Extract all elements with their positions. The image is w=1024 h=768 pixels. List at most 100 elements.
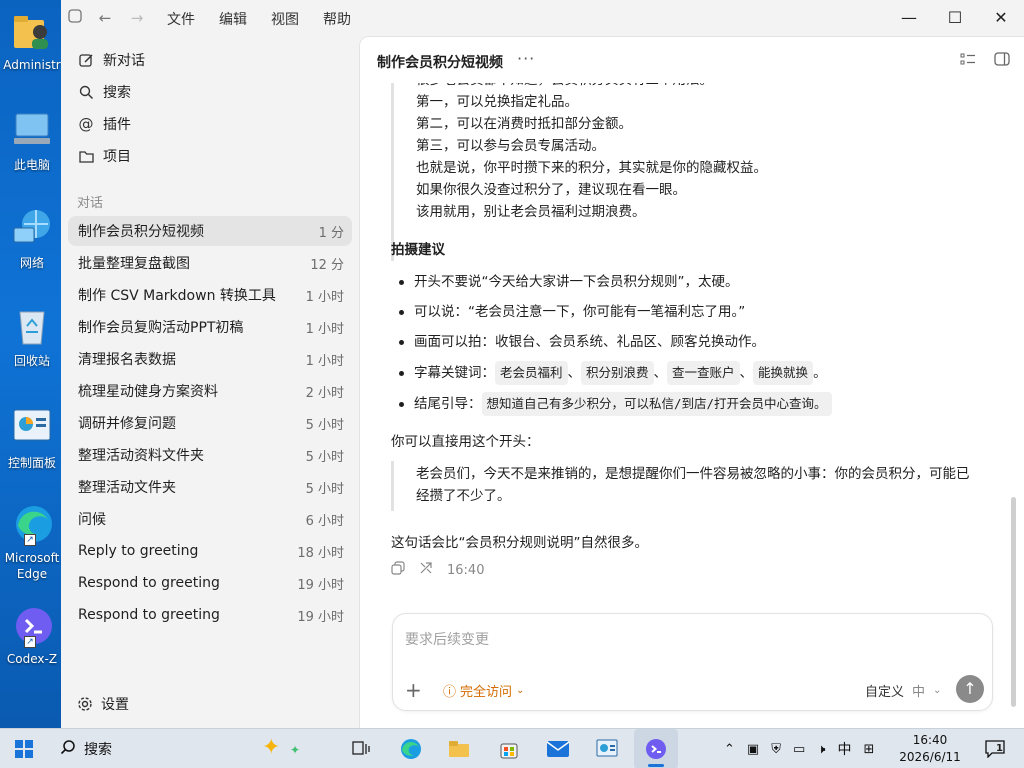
app-window: ← → 文件 编辑 视图 帮助 — ☐ ✕ 新对话 搜索 @ 插件 项目 对话 … [61,0,1024,728]
conversation-title: 清理报名表数据 [78,352,176,368]
menu-edit[interactable]: 编辑 [219,9,247,29]
conversation-item[interactable]: 制作会员积分短视频 1 分 [68,216,352,246]
network-tray-icon[interactable]: ▭ [793,742,805,757]
nav-plugins[interactable]: @ 插件 [69,109,351,139]
store-icon[interactable] [494,729,524,768]
sparkle-icon: ✦ [262,735,281,760]
file-explorer-icon[interactable] [444,729,474,768]
ime-indicator[interactable]: 中 [837,739,851,759]
desktop-icon-edge[interactable]: ↗ Microsoft Edge [0,502,64,582]
composer: 要求后续变更 + ⓘ 完全访问 ⌄ 自定义 中 ⌄ ↑ [392,613,993,711]
outline-list-icon[interactable] [960,51,978,69]
tip-text: 可以说：“老会员注意一下，你可能有一笔福利忘了用。” [414,304,746,320]
settings-button[interactable]: 设置 [69,689,129,719]
access-mode-dropdown[interactable]: ⓘ 完全访问 ⌄ [443,681,524,700]
tip-item: 画面可以拍：收银台、会员系统、礼品区、顾客兑换动作。 [391,331,765,353]
conversation-item[interactable]: 问候 6 小时 [68,504,352,534]
title-bar: ← → 文件 编辑 视图 帮助 — ☐ ✕ [61,0,1024,36]
desktop-icon-computer[interactable]: 此电脑 [0,108,64,173]
copy-icon[interactable] [391,561,405,579]
start-button[interactable] [8,729,40,768]
quote-line: 如果你很久没查过积分了，建议现在看一眼。 [416,182,686,198]
fork-icon[interactable] [419,561,433,579]
codex-icon: ↗ [10,604,54,648]
nav-search[interactable]: 搜索 [69,77,351,107]
send-button[interactable]: ↑ [956,675,984,703]
at-icon: @ [78,115,94,133]
shortcut-arrow-icon: ↗ [24,636,36,648]
nav-new-chat[interactable]: 新对话 [69,45,351,75]
clock[interactable]: 16:40 2026/6/11 [896,732,964,766]
quote-line: 第三，可以参与会员专属活动。 [416,138,605,154]
gear-icon [77,696,93,712]
ending-code: 想知道自己有多少积分，可以私信/到店/打开会员中心查询。 [481,392,832,416]
close-button[interactable]: ✕ [978,0,1024,36]
control-panel-taskbar-icon[interactable] [592,729,622,768]
conversation-item[interactable]: Respond to greeting 19 小时 [68,568,352,598]
keyboard-grid-icon[interactable]: ⊞ [863,742,874,757]
add-attachment-icon[interactable]: + [405,678,422,702]
conversation-time: 18 小时 [297,545,344,561]
desktop-icon-control-panel[interactable]: 控制面板 [0,406,64,471]
scrollbar[interactable] [1011,497,1016,707]
conversation-item[interactable]: 整理活动文件夹 5 小时 [68,472,352,502]
desktop-icon-codex[interactable]: ↗ Codex-Z [0,604,64,666]
followup-input[interactable]: 要求后续变更 [405,629,489,649]
conversation-time: 12 分 [310,257,344,273]
codex-taskbar-icon[interactable] [634,729,678,768]
model-label: 自定义 [865,685,905,700]
folder-icon [77,147,95,165]
conversation-time: 2 小时 [305,385,344,401]
sparkle-icon: ✦ [290,743,301,757]
notification-center-button[interactable]: 1 [980,729,1010,768]
model-selector[interactable]: 自定义 中 ⌄ [865,681,941,700]
edit-icon [77,51,95,69]
desktop-icon-recycle-bin[interactable]: 回收站 [0,304,64,369]
remote-icon[interactable]: ▣ [747,742,759,757]
conversation-time: 1 小时 [305,289,344,305]
conversation-item[interactable]: 制作 CSV Markdown 转换工具 1 小时 [68,280,352,310]
menu-view[interactable]: 视图 [271,9,299,29]
conversation-item[interactable]: Respond to greeting 19 小时 [68,600,352,630]
tip-item: 结尾引导： 想知道自己有多少积分，可以私信/到店/打开会员中心查询。 [391,392,832,416]
menu-help[interactable]: 帮助 [323,9,351,29]
conversation-item[interactable]: 制作会员复购活动PPT初稿 1 小时 [68,312,352,342]
taskbar-search-label: 搜索 [84,742,112,758]
conversation-item[interactable]: 整理活动资料文件夹 5 小时 [68,440,352,470]
tip-item: 可以说：“老会员注意一下，你可能有一笔福利忘了用。” [391,301,745,323]
quote-line: 也就是说，你平时攒下来的积分，其实就是你的隐藏权益。 [416,160,767,176]
taskbar-search[interactable]: 搜索 ✦ ✦ [48,729,332,768]
maximize-button[interactable]: ☐ [932,0,978,36]
more-options-icon[interactable]: ··· [517,49,535,68]
security-icon[interactable]: ⛨ [771,742,781,757]
edge-taskbar-icon[interactable] [396,729,426,768]
minimize-button[interactable]: — [886,0,932,36]
sidebar: 新对话 搜索 @ 插件 项目 对话 制作会员积分短视频 1 分 批量整理复盘截图 1… [61,36,359,728]
side-panel-icon[interactable] [994,51,1012,69]
conversation-title: Respond to greeting [78,575,220,591]
desktop-icon-network[interactable]: 网络 [0,206,64,271]
conversation-item[interactable]: 调研并修复问题 5 小时 [68,408,352,438]
conversation-item[interactable]: 清理报名表数据 1 小时 [68,344,352,374]
desktop-icon-admin[interactable]: Administr [0,10,64,72]
nav-projects[interactable]: 项目 [69,141,351,171]
clock-date: 2026/6/11 [899,750,961,764]
conversation-item[interactable]: Reply to greeting 18 小时 [68,536,352,566]
menu-file[interactable]: 文件 [167,9,195,29]
conversation-time: 5 小时 [305,417,344,433]
volume-icon[interactable]: 🕨 [817,742,825,757]
conversation-item[interactable]: 梳理星动健身方案资料 2 小时 [68,376,352,406]
back-arrow-icon[interactable]: ← [95,8,115,28]
windows-logo-icon [15,740,33,758]
conversation-time: 19 小时 [297,577,344,593]
tips-heading: 拍摄建议 [391,242,445,258]
chevron-up-icon[interactable]: ⌃ [724,742,735,757]
tip-item: 字幕关键词： 老会员福利 、 积分别浪费 、 查一查账户 、 能换就换 。 [391,361,827,385]
conversation-title: 制作会员复购活动PPT初稿 [78,320,244,336]
mail-icon[interactable] [542,729,574,768]
conversation-item[interactable]: 批量整理复盘截图 12 分 [68,248,352,278]
quote-line: 第二，可以在消费时抵扣部分金额。 [416,116,632,132]
task-view-icon[interactable] [346,729,376,768]
sidebar-toggle-icon[interactable] [65,8,85,28]
forward-arrow-icon[interactable]: → [127,8,147,28]
